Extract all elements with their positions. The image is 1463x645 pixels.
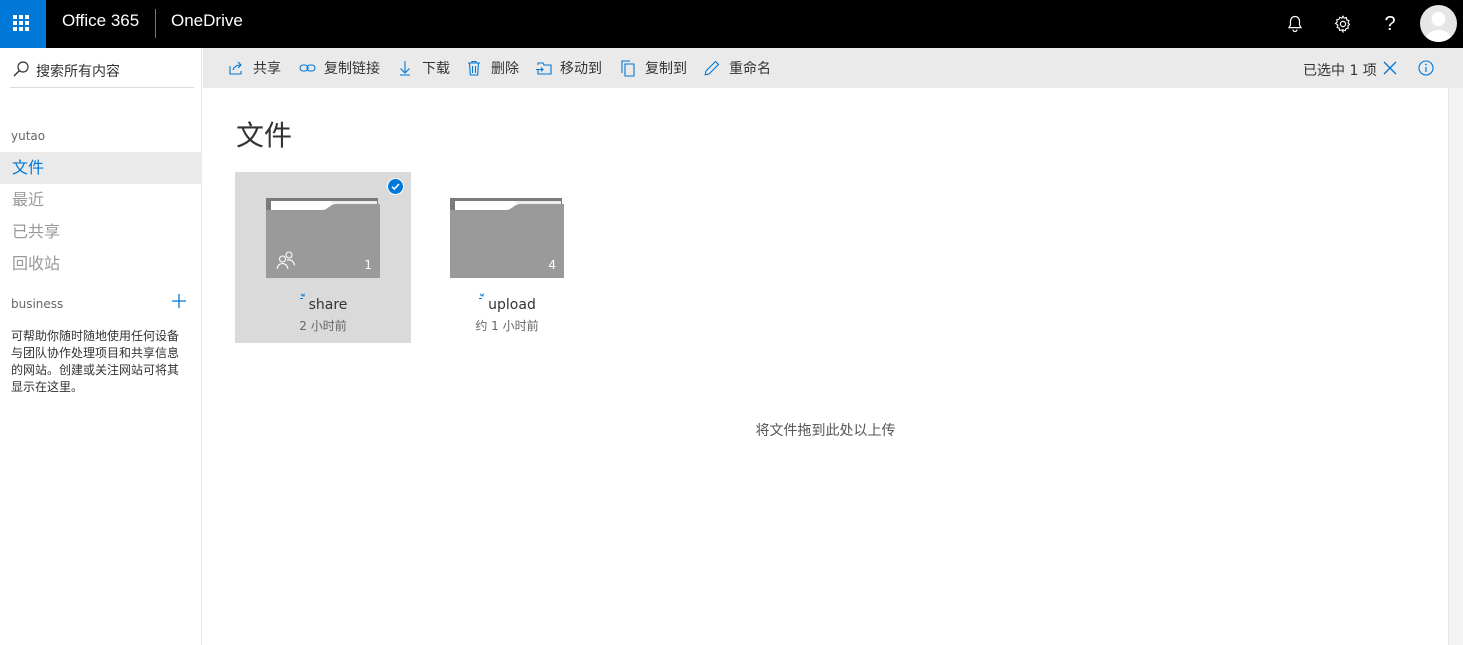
download-icon xyxy=(396,59,414,77)
clear-selection-button[interactable] xyxy=(1382,60,1398,76)
move-to-button[interactable]: 移动到 xyxy=(534,48,602,88)
folder-name: upload xyxy=(488,297,536,313)
search-placeholder: 搜索所有内容 xyxy=(36,64,120,80)
search-icon xyxy=(13,61,29,77)
rename-button[interactable]: 重命名 xyxy=(703,48,771,88)
copy-link-button[interactable]: 复制链接 xyxy=(298,48,380,88)
folder-tile-share[interactable]: 1 share 2 小时前 xyxy=(235,172,411,343)
nav-item-recycle-bin[interactable]: 回收站 xyxy=(0,248,202,280)
left-nav: 搜索所有内容 yutao 文件 最近 已共享 回收站 business 可帮助你… xyxy=(0,48,202,645)
folder-name-link[interactable]: share xyxy=(235,293,411,313)
rename-label: 重命名 xyxy=(729,61,771,77)
suite-header: Office 365 OneDrive ? xyxy=(0,0,1463,48)
close-icon xyxy=(1383,61,1397,75)
link-icon xyxy=(298,59,316,77)
share-button[interactable]: 共享 xyxy=(227,48,281,88)
info-pane-button[interactable] xyxy=(1418,60,1434,76)
folder-icon: 1 xyxy=(266,196,380,278)
move-to-label: 移动到 xyxy=(560,61,602,77)
copy-link-label: 复制链接 xyxy=(324,61,380,77)
app-name-link[interactable]: OneDrive xyxy=(171,11,243,31)
settings-button[interactable] xyxy=(1328,9,1358,39)
copy-icon xyxy=(619,59,637,77)
search-input[interactable]: 搜索所有内容 xyxy=(10,58,194,88)
command-bar: 共享 复制链接 下载 删除 移动到 复制到 重命名 已选中 1 项 xyxy=(203,48,1463,88)
delete-button[interactable]: 删除 xyxy=(465,48,519,88)
nav-item-recent[interactable]: 最近 xyxy=(0,184,202,216)
sync-spinner-icon xyxy=(299,293,305,300)
download-button[interactable]: 下载 xyxy=(396,48,450,88)
move-icon xyxy=(534,59,552,77)
share-icon xyxy=(227,59,245,77)
folder-name: share xyxy=(308,297,348,313)
selection-count: 已选中 1 项 xyxy=(1303,63,1377,79)
gear-icon xyxy=(1334,15,1351,33)
brand-divider xyxy=(155,9,156,38)
copy-to-label: 复制到 xyxy=(645,61,687,77)
selected-check-icon[interactable] xyxy=(387,178,404,195)
trash-icon xyxy=(465,59,483,77)
folder-name-link[interactable]: upload xyxy=(419,293,595,313)
download-label: 下载 xyxy=(422,61,450,77)
help-icon: ? xyxy=(1384,12,1396,35)
folder-modified-time: 约 1 小时前 xyxy=(475,319,539,333)
bell-icon xyxy=(1287,15,1303,33)
nav-item-files[interactable]: 文件 xyxy=(0,152,202,184)
sites-description: 可帮助你随时随地使用任何设备与团队协作处理项目和共享信息的网站。创建或关注网站可… xyxy=(11,329,180,394)
app-launcher-button[interactable] xyxy=(0,0,46,48)
folder-tile-upload[interactable]: 4 upload 约 1 小时前 xyxy=(419,172,595,343)
nav-user-name: yutao xyxy=(11,129,46,143)
vertical-scrollbar[interactable] xyxy=(1448,88,1463,645)
avatar[interactable] xyxy=(1420,5,1457,42)
copy-to-button[interactable]: 复制到 xyxy=(619,48,687,88)
folder-item-count: 1 xyxy=(364,258,372,272)
folder-icon: 4 xyxy=(450,196,564,278)
share-label: 共享 xyxy=(253,61,281,77)
notifications-button[interactable] xyxy=(1280,9,1310,39)
folder-modified-time: 2 小时前 xyxy=(299,319,347,333)
sync-spinner-icon xyxy=(479,293,484,300)
plus-icon xyxy=(172,294,186,308)
main-content: 文件 1 share 2 小时前 4 upload 约 1 小时前 将文件拖到此… xyxy=(203,88,1448,645)
pencil-icon xyxy=(703,59,721,77)
delete-label: 删除 xyxy=(491,61,519,77)
person-icon xyxy=(1424,12,1453,42)
app-launcher-icon xyxy=(13,15,29,31)
add-site-button[interactable] xyxy=(170,294,188,312)
info-icon xyxy=(1418,60,1434,76)
help-button[interactable]: ? xyxy=(1375,9,1405,39)
nav-item-shared[interactable]: 已共享 xyxy=(0,216,202,248)
sites-heading: business xyxy=(11,297,64,311)
folder-item-count: 4 xyxy=(548,258,556,272)
drop-zone-hint: 将文件拖到此处以上传 xyxy=(755,423,896,439)
page-title: 文件 xyxy=(236,119,293,152)
people-icon xyxy=(276,251,296,270)
brand-link[interactable]: Office 365 xyxy=(62,11,139,31)
